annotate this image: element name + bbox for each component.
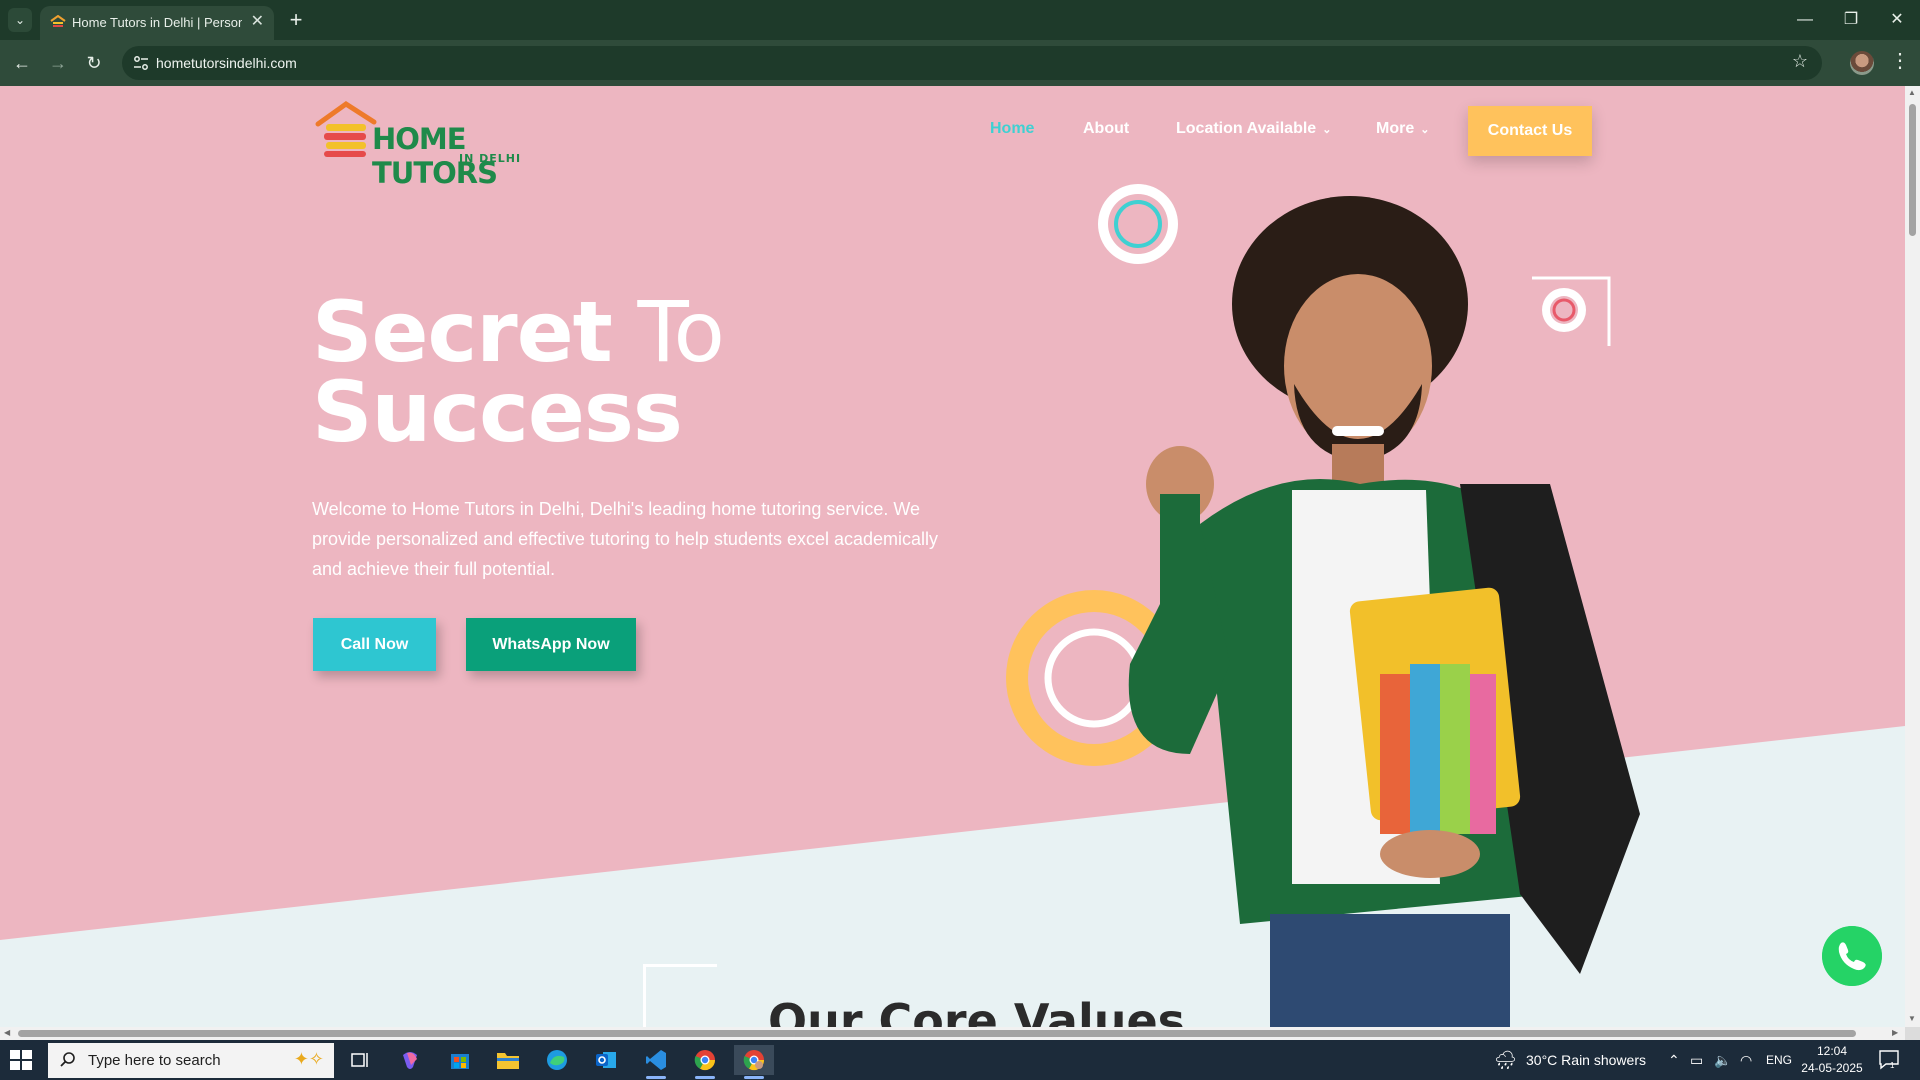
outlook-icon[interactable] [586, 1045, 626, 1075]
nav-location-available[interactable]: Location Available ⌄ [1176, 120, 1331, 138]
scroll-right-arrow-icon[interactable]: ▶ [1892, 1028, 1898, 1037]
scroll-left-arrow-icon[interactable]: ◀ [4, 1028, 10, 1037]
clock-date: 24-05-2025 [1801, 1061, 1863, 1075]
restore-button[interactable]: ❐ [1828, 0, 1874, 40]
browser-toolbar: ← → ↻ hometutorsindelhi.com ☆ ⋮ [0, 40, 1920, 86]
whatsapp-now-button[interactable]: WhatsApp Now [466, 618, 636, 671]
reload-icon[interactable]: ↻ [80, 49, 108, 77]
search-icon [60, 1052, 75, 1067]
copilot-app-icon[interactable] [390, 1045, 430, 1075]
minimize-button[interactable]: — [1782, 0, 1828, 40]
search-placeholder: Type here to search [88, 1052, 221, 1069]
site-logo[interactable]: HOME TUTORS IN DELHI [314, 100, 534, 190]
notification-count: 1 [1890, 1061, 1895, 1070]
weather-text[interactable]: 30°C Rain showers [1526, 1040, 1646, 1080]
copilot-sparkle-icon: ✦✧ [293, 1049, 324, 1069]
page-viewport: HOME TUTORS IN DELHI Home About Location… [0, 86, 1905, 1027]
clock-time: 12:04 [1816, 1044, 1848, 1058]
browser-tab-bar: ⌄ Home Tutors in Delhi | Personal ✕ + — … [0, 0, 1920, 40]
language-indicator[interactable]: ENG [1766, 1040, 1792, 1080]
core-values-heading: Our Core Values [768, 994, 1186, 1027]
forward-arrow-icon[interactable]: → [44, 49, 72, 77]
nav-more[interactable]: More ⌄ [1376, 120, 1429, 138]
horizontal-scroll-thumb[interactable] [18, 1030, 1856, 1037]
volume-icon[interactable]: 🔈 [1714, 1040, 1731, 1080]
contact-us-button[interactable]: Contact Us [1468, 106, 1592, 156]
horizontal-scrollbar[interactable]: ◀ ▶ [0, 1027, 1905, 1040]
chevron-down-icon: ⌄ [1322, 124, 1332, 136]
hero-title-word-success: Success [312, 363, 683, 461]
scroll-down-arrow-icon[interactable]: ▼ [1908, 1014, 1916, 1023]
hero-description: Welcome to Home Tutors in Delhi, Delhi's… [312, 499, 939, 579]
nav-more-label: More [1376, 120, 1415, 137]
nav-location-label: Location Available [1176, 120, 1317, 137]
scrollbar-corner [1905, 1027, 1920, 1040]
student-image [1128, 196, 1640, 1027]
file-explorer-icon[interactable] [488, 1045, 528, 1075]
section-corner-decoration [643, 964, 717, 1027]
tab-search-button[interactable]: ⌄ [8, 8, 32, 32]
meet-now-icon[interactable]: ▭ [1690, 1040, 1703, 1080]
hero-title: Secret To Success [312, 290, 725, 454]
chrome-icon[interactable] [685, 1045, 725, 1079]
weather-rain-icon[interactable]: 🌧 [1494, 1040, 1517, 1080]
tab-title: Home Tutors in Delhi | Personal [72, 15, 242, 30]
url-text: hometutorsindelhi.com [156, 55, 297, 71]
call-now-button[interactable]: Call Now [313, 618, 436, 671]
edge-browser-icon[interactable] [537, 1045, 577, 1075]
site-favicon-icon [50, 15, 66, 27]
windows-start-icon[interactable] [10, 1050, 32, 1070]
back-arrow-icon[interactable]: ← [8, 49, 36, 77]
vertical-scrollbar[interactable]: ▲ ▼ [1905, 86, 1920, 1027]
microsoft-store-icon[interactable] [440, 1045, 480, 1075]
nav-about[interactable]: About [1083, 120, 1129, 138]
windows-taskbar: Type here to search ✦✧ 🌧 30°C Rain showe… [0, 1040, 1920, 1080]
vscode-icon[interactable] [636, 1045, 676, 1079]
address-bar[interactable]: hometutorsindelhi.com ☆ [122, 46, 1822, 80]
taskbar-search-box[interactable]: Type here to search ✦✧ [48, 1043, 334, 1078]
nav-home[interactable]: Home [990, 120, 1034, 138]
scroll-up-arrow-icon[interactable]: ▲ [1908, 88, 1916, 97]
whatsapp-float-button[interactable] [1822, 926, 1882, 986]
new-tab-button[interactable]: + [282, 6, 310, 34]
task-view-icon[interactable] [340, 1045, 380, 1075]
site-info-icon[interactable] [132, 54, 150, 72]
vertical-scroll-thumb[interactable] [1909, 104, 1916, 236]
browser-menu-icon[interactable]: ⋮ [1890, 48, 1910, 73]
close-window-button[interactable]: ✕ [1874, 0, 1920, 40]
chrome-profile-icon[interactable] [734, 1045, 774, 1079]
show-hidden-icons[interactable]: ⌃ [1668, 1040, 1680, 1080]
system-clock[interactable]: 12:04 24-05-2025 [1800, 1043, 1864, 1077]
logo-subtitle: IN DELHI [459, 152, 522, 165]
close-tab-icon[interactable]: ✕ [251, 11, 264, 31]
bookmark-star-icon[interactable]: ☆ [1792, 51, 1808, 72]
browser-tab[interactable]: Home Tutors in Delhi | Personal ✕ [40, 6, 274, 40]
profile-avatar[interactable] [1850, 51, 1874, 75]
logo-house-icon [315, 100, 377, 157]
wifi-icon[interactable]: ◠ [1740, 1040, 1752, 1080]
notification-center-icon[interactable]: 1 [1878, 1048, 1900, 1070]
chevron-down-icon: ⌄ [1420, 124, 1430, 136]
